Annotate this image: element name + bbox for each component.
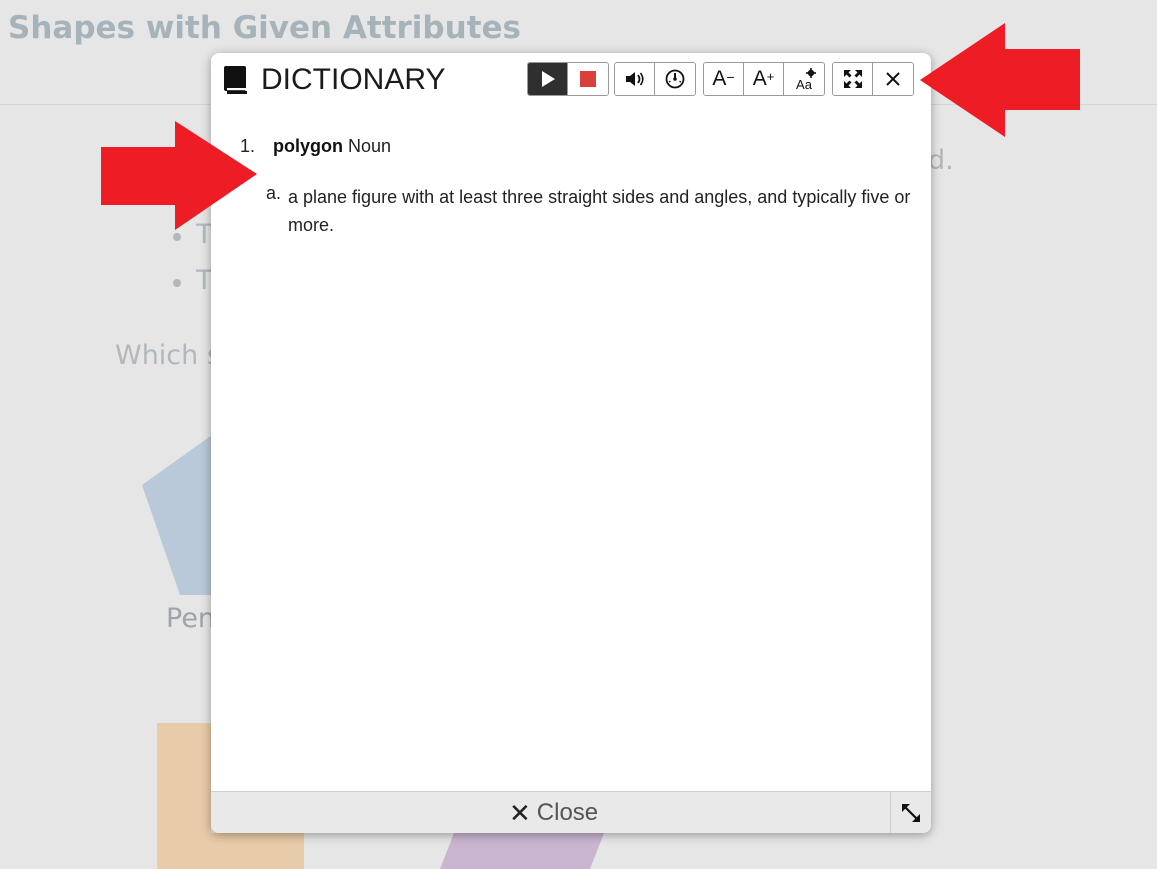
dictionary-content: 1. polygon Noun a. a plane figure with a… <box>211 109 931 791</box>
text-size-controls: A − A + Aa <box>703 62 825 96</box>
resize-button[interactable] <box>890 792 931 833</box>
footer-close-label: Close <box>536 799 599 826</box>
dialog-header: DICTIONARY A − A + Aa <box>211 53 931 109</box>
dialog-title: DICTIONARY <box>261 63 446 96</box>
play-button[interactable] <box>528 63 568 95</box>
definition-text: a plane figure with at least three strai… <box>288 187 911 235</box>
question-text: Which s <box>115 340 221 371</box>
entry-word: polygon <box>273 136 343 156</box>
window-controls <box>832 62 914 96</box>
close-icon <box>886 72 900 86</box>
stop-button[interactable] <box>568 63 608 95</box>
speed-gauge-icon <box>665 69 685 89</box>
red-arrow-left-pointing <box>920 23 1080 137</box>
bullet-dot <box>173 279 181 287</box>
red-arrow-right-pointing <box>101 121 257 230</box>
bullet-dot <box>173 233 181 241</box>
volume-button[interactable] <box>615 63 655 95</box>
footer-close-button[interactable]: ✕ Close <box>509 798 598 828</box>
book-icon <box>224 66 247 94</box>
lesson-text-fragment: d. <box>928 145 954 176</box>
shape-label: Pen <box>166 603 216 634</box>
resize-icon <box>902 803 920 822</box>
close-x-icon: ✕ <box>509 797 531 828</box>
text-settings-button[interactable]: Aa <box>784 63 824 95</box>
entry-heading: polygon Noun <box>273 136 391 157</box>
speed-button[interactable] <box>655 63 695 95</box>
font-larger-button[interactable]: A + <box>744 63 784 95</box>
audio-controls <box>614 62 696 96</box>
text-settings-label: Aa <box>796 76 812 92</box>
font-smaller-button[interactable]: A − <box>704 63 744 95</box>
pentagon-shape[interactable] <box>140 430 220 600</box>
gear-icon <box>806 68 816 78</box>
dialog-footer: ✕ Close <box>211 791 931 833</box>
part-of-speech: Noun <box>348 136 392 156</box>
playback-controls <box>527 62 609 96</box>
parallelogram-shape[interactable] <box>440 833 610 869</box>
font-smaller-label: A <box>712 67 727 90</box>
dictionary-dialog: DICTIONARY A − A + Aa 1. polygon Noun a.… <box>211 53 931 833</box>
play-icon <box>541 71 555 87</box>
fullscreen-icon <box>843 70 862 88</box>
page-title: Shapes with Given Attributes <box>8 10 521 46</box>
font-larger-label: A <box>752 67 767 90</box>
volume-icon <box>625 72 644 86</box>
rectangle-shape[interactable] <box>157 723 211 869</box>
stop-icon <box>580 71 596 87</box>
fullscreen-button[interactable] <box>833 63 873 95</box>
rectangle-shape-lower <box>211 833 304 869</box>
close-dialog-button[interactable] <box>873 63 913 95</box>
definition-marker: a. <box>266 183 282 203</box>
